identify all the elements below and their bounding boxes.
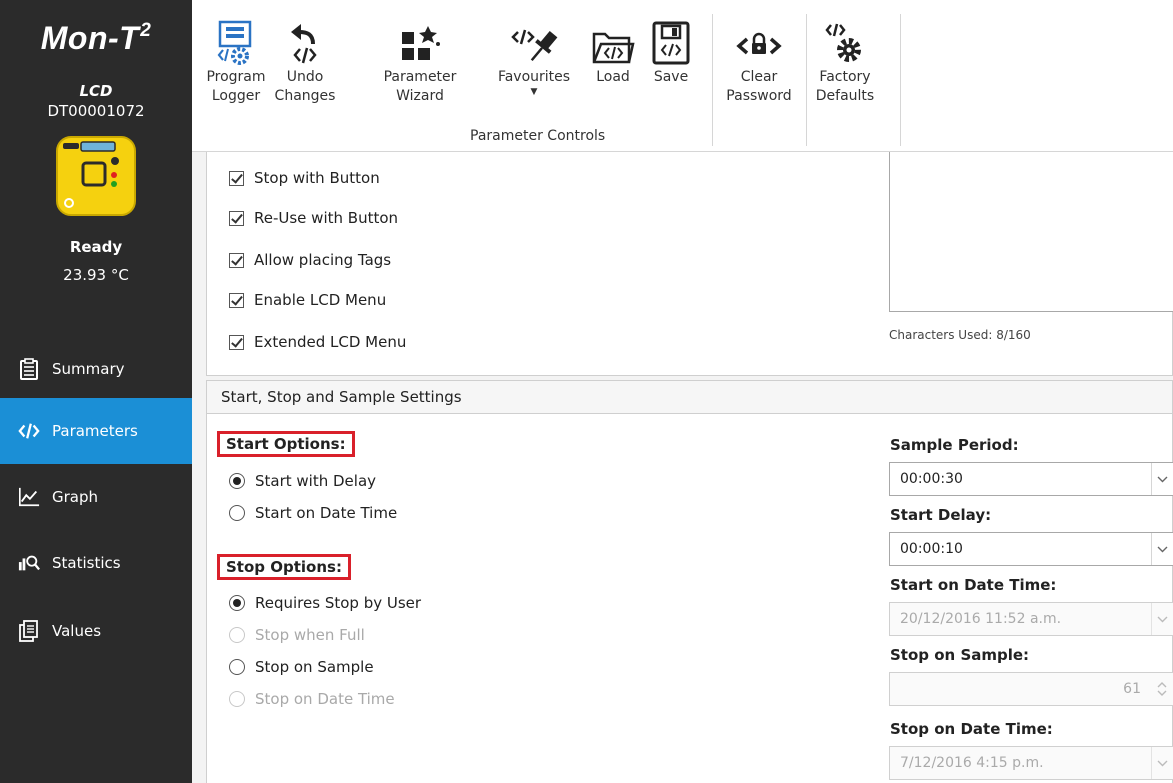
enable-lcd-menu-checkbox[interactable]: Enable LCD Menu bbox=[229, 288, 386, 312]
radio[interactable] bbox=[229, 659, 245, 675]
sidebar: Mon-T2 LCD DT00001072 Ready 23.93 °C Sum… bbox=[0, 0, 192, 783]
nav-label: Statistics bbox=[52, 554, 121, 572]
clear-password-button[interactable]: Clear Password bbox=[718, 10, 800, 106]
folder-open-icon bbox=[588, 10, 638, 68]
stop-on-date-time-label: Stop on Date Time: bbox=[890, 720, 1053, 738]
clipboard-icon bbox=[18, 358, 40, 380]
stop-when-full-radio: Stop when Full bbox=[229, 624, 365, 646]
stop-on-sample-radio[interactable]: Stop on Sample bbox=[229, 656, 374, 678]
lock-code-icon bbox=[718, 10, 800, 68]
checkbox[interactable] bbox=[229, 252, 244, 268]
nav-summary[interactable]: Summary bbox=[0, 336, 192, 402]
nav-statistics[interactable]: Statistics bbox=[0, 530, 192, 596]
start-delay-label: Start Delay: bbox=[890, 506, 992, 524]
ribbon-separator bbox=[806, 14, 807, 146]
ribbon-separator bbox=[712, 14, 713, 146]
device-temperature: 23.93 °C bbox=[63, 266, 129, 284]
nav-values[interactable]: Values bbox=[0, 598, 192, 664]
chevron-down-icon bbox=[1151, 603, 1173, 635]
chevron-down-icon bbox=[1151, 747, 1173, 779]
settings-code-icon bbox=[812, 10, 878, 68]
load-button[interactable]: Load bbox=[588, 10, 638, 87]
favourites-button[interactable]: Favourites ▼ bbox=[490, 10, 578, 97]
nav-graph[interactable]: Graph bbox=[0, 464, 192, 530]
radio[interactable] bbox=[229, 595, 245, 611]
chevron-down-icon[interactable] bbox=[1151, 463, 1173, 495]
values-icon bbox=[18, 620, 40, 642]
chevron-down-icon[interactable] bbox=[1151, 533, 1173, 565]
stepper-arrows-icon bbox=[1151, 673, 1173, 705]
nav-label: Parameters bbox=[52, 422, 138, 440]
start-delay-select[interactable]: 00:00:10 bbox=[889, 532, 1173, 566]
save-button[interactable]: Save bbox=[646, 10, 696, 87]
checkbox[interactable] bbox=[229, 292, 244, 308]
characters-used: Characters Used: 8/160 bbox=[889, 328, 1031, 342]
graph-icon bbox=[18, 486, 40, 508]
device-status: Ready bbox=[69, 238, 123, 256]
sample-period-label: Sample Period: bbox=[890, 436, 1019, 454]
radio bbox=[229, 627, 245, 643]
program-logger-icon bbox=[206, 10, 266, 68]
start-on-date-time-label: Start on Date Time: bbox=[890, 576, 1057, 594]
checkbox[interactable] bbox=[229, 210, 244, 226]
pin-icon bbox=[490, 10, 578, 68]
ribbon-separator bbox=[900, 14, 901, 146]
nav-parameters[interactable]: Parameters bbox=[0, 398, 192, 464]
checkbox[interactable] bbox=[229, 334, 244, 350]
device-model: LCD bbox=[79, 82, 113, 100]
app-title: Mon-T2 bbox=[40, 20, 152, 56]
settings-panel: Start Options: Start with Delay Start on… bbox=[206, 414, 1173, 783]
device-serial: DT00001072 bbox=[47, 102, 145, 120]
parameter-wizard-button[interactable]: Parameter Wizard bbox=[382, 10, 458, 106]
stop-with-button-checkbox[interactable]: Stop with Button bbox=[229, 166, 380, 190]
stop-on-sample-label: Stop on Sample: bbox=[890, 646, 1030, 664]
stop-on-sample-stepper: 61 bbox=[889, 672, 1173, 706]
wizard-icon bbox=[382, 10, 458, 68]
statistics-icon bbox=[18, 552, 40, 574]
start-date-time-picker: 20/12/2016 11:52 a.m. bbox=[889, 602, 1173, 636]
ribbon-toolbar: Program Logger Undo Changes Parameter Wi… bbox=[192, 0, 1173, 152]
stop-options-label: Stop Options: bbox=[217, 554, 351, 580]
allow-placing-tags-checkbox[interactable]: Allow placing Tags bbox=[229, 248, 391, 272]
start-on-date-time-radio[interactable]: Start on Date Time bbox=[229, 502, 397, 524]
nav-label: Graph bbox=[52, 488, 99, 506]
extended-lcd-menu-checkbox[interactable]: Extended LCD Menu bbox=[229, 330, 406, 354]
reuse-with-button-checkbox[interactable]: Re-Use with Button bbox=[229, 206, 398, 230]
factory-defaults-button[interactable]: Factory Defaults bbox=[812, 10, 878, 106]
section-header: Start, Stop and Sample Settings bbox=[206, 380, 1173, 414]
chevron-down-icon: ▼ bbox=[530, 87, 538, 97]
requires-stop-by-user-radio[interactable]: Requires Stop by User bbox=[229, 592, 421, 614]
logger-device-icon bbox=[55, 135, 137, 217]
parameters-content: Stop with Button Re-Use with Button Allo… bbox=[192, 152, 1173, 783]
radio bbox=[229, 691, 245, 707]
save-icon bbox=[646, 10, 696, 68]
undo-icon bbox=[272, 10, 338, 68]
start-with-delay-radio[interactable]: Start with Delay bbox=[229, 470, 376, 492]
sample-period-select[interactable]: 00:00:30 bbox=[889, 462, 1173, 496]
nav-label: Summary bbox=[52, 360, 125, 378]
start-options-label: Start Options: bbox=[217, 431, 355, 457]
options-panel: Stop with Button Re-Use with Button Allo… bbox=[206, 152, 1173, 376]
radio[interactable] bbox=[229, 473, 245, 489]
radio[interactable] bbox=[229, 505, 245, 521]
stop-date-time-picker: 7/12/2016 4:15 p.m. bbox=[889, 746, 1173, 780]
nav-label: Values bbox=[52, 622, 102, 640]
checkbox[interactable] bbox=[229, 170, 244, 186]
program-logger-button[interactable]: Program Logger bbox=[206, 10, 266, 106]
user-message-textarea[interactable] bbox=[889, 152, 1173, 312]
ribbon-group-label: Parameter Controls bbox=[470, 128, 606, 144]
stop-on-date-time-radio: Stop on Date Time bbox=[229, 688, 395, 710]
code-icon bbox=[18, 420, 40, 442]
undo-changes-button[interactable]: Undo Changes bbox=[272, 10, 338, 106]
